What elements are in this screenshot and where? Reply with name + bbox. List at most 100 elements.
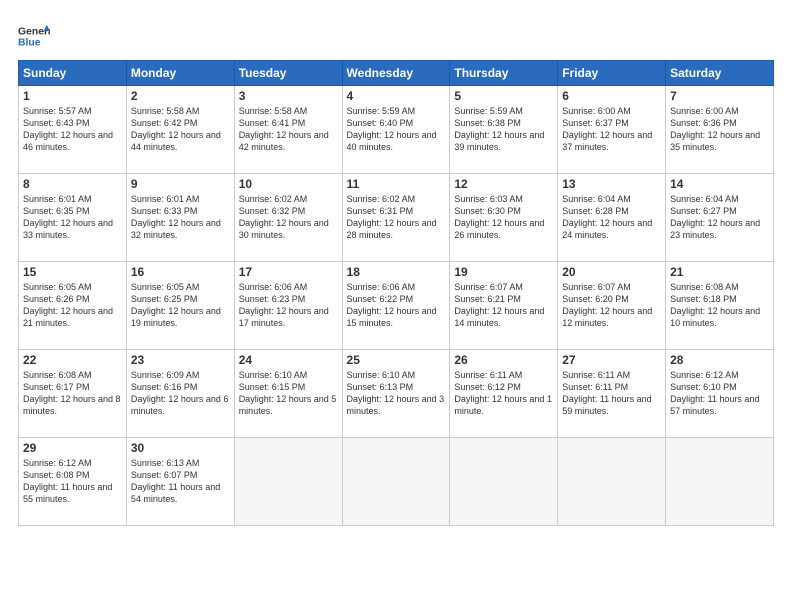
calendar-cell: 30Sunrise: 6:13 AMSunset: 6:07 PMDayligh… <box>126 438 234 526</box>
day-number: 24 <box>239 353 338 367</box>
calendar-cell <box>450 438 558 526</box>
calendar-header-row: SundayMondayTuesdayWednesdayThursdayFrid… <box>19 61 774 86</box>
day-number: 26 <box>454 353 553 367</box>
cell-content: Sunrise: 6:09 AMSunset: 6:16 PMDaylight:… <box>131 370 229 416</box>
calendar-cell: 12Sunrise: 6:03 AMSunset: 6:30 PMDayligh… <box>450 174 558 262</box>
weekday-header: Monday <box>126 61 234 86</box>
cell-content: Sunrise: 6:00 AMSunset: 6:37 PMDaylight:… <box>562 106 652 152</box>
weekday-header: Tuesday <box>234 61 342 86</box>
calendar-cell: 18 Sunrise: 6:06 AMSunset: 6:22 PMDayligh… <box>342 262 450 350</box>
calendar-cell: 14 Sunrise: 6:04 AMSunset: 6:27 PMDayligh… <box>666 174 774 262</box>
day-number: 27 <box>562 353 661 367</box>
day-number: 10 <box>239 177 338 191</box>
cell-content: Sunrise: 6:10 AMSunset: 6:13 PMDaylight:… <box>347 370 445 416</box>
cell-content: Sunrise: 6:06 AMSunset: 6:23 PMDaylight:… <box>239 282 329 328</box>
cell-content: Sunrise: 6:08 AMSunset: 6:18 PMDaylight:… <box>670 282 760 328</box>
calendar-cell: 28Sunrise: 6:12 AMSunset: 6:10 PMDayligh… <box>666 350 774 438</box>
cell-content: Sunrise: 6:01 AMSunset: 6:33 PMDaylight:… <box>131 194 221 240</box>
weekday-header: Sunday <box>19 61 127 86</box>
cell-content: Sunrise: 6:13 AMSunset: 6:07 PMDaylight:… <box>131 458 220 504</box>
day-number: 6 <box>562 89 661 103</box>
cell-content: Sunrise: 5:59 AMSunset: 6:40 PMDaylight:… <box>347 106 437 152</box>
day-number: 15 <box>23 265 122 279</box>
calendar-cell: 23 Sunrise: 6:09 AMSunset: 6:16 PMDayligh… <box>126 350 234 438</box>
calendar-cell: 29 Sunrise: 6:12 AMSunset: 6:08 PMDayligh… <box>19 438 127 526</box>
cell-content: Sunrise: 6:11 AMSunset: 6:12 PMDaylight:… <box>454 370 552 416</box>
day-number: 4 <box>347 89 446 103</box>
day-number: 18 <box>347 265 446 279</box>
calendar-cell: 27 Sunrise: 6:11 AMSunset: 6:11 PMDayligh… <box>558 350 666 438</box>
calendar-cell: 17Sunrise: 6:06 AMSunset: 6:23 PMDayligh… <box>234 262 342 350</box>
cell-content: Sunrise: 5:58 AMSunset: 6:41 PMDaylight:… <box>239 106 329 152</box>
day-number: 20 <box>562 265 661 279</box>
cell-content: Sunrise: 5:57 AMSunset: 6:43 PMDaylight:… <box>23 106 113 152</box>
header: General Blue <box>18 16 774 52</box>
calendar-cell: 20 Sunrise: 6:07 AMSunset: 6:20 PMDayligh… <box>558 262 666 350</box>
calendar-week-row: 8Sunrise: 6:01 AMSunset: 6:35 PMDaylight… <box>19 174 774 262</box>
calendar-cell: 24Sunrise: 6:10 AMSunset: 6:15 PMDayligh… <box>234 350 342 438</box>
calendar-cell: 6 Sunrise: 6:00 AMSunset: 6:37 PMDaylight… <box>558 86 666 174</box>
day-number: 11 <box>347 177 446 191</box>
calendar-week-row: 22 Sunrise: 6:08 AMSunset: 6:17 PMDayligh… <box>19 350 774 438</box>
weekday-header: Wednesday <box>342 61 450 86</box>
day-number: 25 <box>347 353 446 367</box>
cell-content: Sunrise: 6:05 AMSunset: 6:26 PMDaylight:… <box>23 282 113 328</box>
day-number: 5 <box>454 89 553 103</box>
day-number: 13 <box>562 177 661 191</box>
calendar-cell: 3 Sunrise: 5:58 AMSunset: 6:41 PMDaylight… <box>234 86 342 174</box>
calendar-cell: 21Sunrise: 6:08 AMSunset: 6:18 PMDayligh… <box>666 262 774 350</box>
calendar-table: SundayMondayTuesdayWednesdayThursdayFrid… <box>18 60 774 526</box>
calendar-cell: 10 Sunrise: 6:02 AMSunset: 6:32 PMDayligh… <box>234 174 342 262</box>
page: General Blue SundayMondayTuesdayWednesda… <box>0 0 792 612</box>
calendar-cell: 25 Sunrise: 6:10 AMSunset: 6:13 PMDayligh… <box>342 350 450 438</box>
calendar-cell: 9 Sunrise: 6:01 AMSunset: 6:33 PMDaylight… <box>126 174 234 262</box>
calendar-cell: 1 Sunrise: 5:57 AMSunset: 6:43 PMDaylight… <box>19 86 127 174</box>
cell-content: Sunrise: 6:06 AMSunset: 6:22 PMDaylight:… <box>347 282 437 328</box>
weekday-header: Thursday <box>450 61 558 86</box>
day-number: 3 <box>239 89 338 103</box>
cell-content: Sunrise: 6:08 AMSunset: 6:17 PMDaylight:… <box>23 370 121 416</box>
cell-content: Sunrise: 6:07 AMSunset: 6:21 PMDaylight:… <box>454 282 544 328</box>
calendar-cell: 7Sunrise: 6:00 AMSunset: 6:36 PMDaylight… <box>666 86 774 174</box>
calendar-cell: 13Sunrise: 6:04 AMSunset: 6:28 PMDayligh… <box>558 174 666 262</box>
weekday-header: Friday <box>558 61 666 86</box>
day-number: 29 <box>23 441 122 455</box>
cell-content: Sunrise: 6:11 AMSunset: 6:11 PMDaylight:… <box>562 370 651 416</box>
calendar-cell: 2 Sunrise: 5:58 AMSunset: 6:42 PMDaylight… <box>126 86 234 174</box>
day-number: 8 <box>23 177 122 191</box>
day-number: 19 <box>454 265 553 279</box>
calendar-cell <box>666 438 774 526</box>
day-number: 16 <box>131 265 230 279</box>
weekday-header: Saturday <box>666 61 774 86</box>
calendar-cell <box>234 438 342 526</box>
calendar-cell: 4 Sunrise: 5:59 AMSunset: 6:40 PMDaylight… <box>342 86 450 174</box>
cell-content: Sunrise: 6:07 AMSunset: 6:20 PMDaylight:… <box>562 282 652 328</box>
calendar-week-row: 29 Sunrise: 6:12 AMSunset: 6:08 PMDayligh… <box>19 438 774 526</box>
day-number: 28 <box>670 353 769 367</box>
calendar-cell: 19 Sunrise: 6:07 AMSunset: 6:21 PMDayligh… <box>450 262 558 350</box>
cell-content: Sunrise: 6:02 AMSunset: 6:31 PMDaylight:… <box>347 194 437 240</box>
cell-content: Sunrise: 6:02 AMSunset: 6:32 PMDaylight:… <box>239 194 329 240</box>
cell-content: Sunrise: 5:58 AMSunset: 6:42 PMDaylight:… <box>131 106 221 152</box>
calendar-cell: 15 Sunrise: 6:05 AMSunset: 6:26 PMDayligh… <box>19 262 127 350</box>
day-number: 23 <box>131 353 230 367</box>
calendar-cell: 8Sunrise: 6:01 AMSunset: 6:35 PMDaylight… <box>19 174 127 262</box>
cell-content: Sunrise: 6:04 AMSunset: 6:27 PMDaylight:… <box>670 194 760 240</box>
day-number: 22 <box>23 353 122 367</box>
calendar-cell: 5 Sunrise: 5:59 AMSunset: 6:38 PMDaylight… <box>450 86 558 174</box>
day-number: 14 <box>670 177 769 191</box>
cell-content: Sunrise: 6:12 AMSunset: 6:08 PMDaylight:… <box>23 458 112 504</box>
calendar-cell: 22 Sunrise: 6:08 AMSunset: 6:17 PMDayligh… <box>19 350 127 438</box>
day-number: 9 <box>131 177 230 191</box>
calendar-cell: 16Sunrise: 6:05 AMSunset: 6:25 PMDayligh… <box>126 262 234 350</box>
calendar-week-row: 15 Sunrise: 6:05 AMSunset: 6:26 PMDayligh… <box>19 262 774 350</box>
day-number: 1 <box>23 89 122 103</box>
svg-text:Blue: Blue <box>18 38 41 49</box>
logo-icon: General Blue <box>18 20 50 52</box>
calendar-cell <box>558 438 666 526</box>
cell-content: Sunrise: 5:59 AMSunset: 6:38 PMDaylight:… <box>454 106 544 152</box>
day-number: 2 <box>131 89 230 103</box>
calendar-cell: 11 Sunrise: 6:02 AMSunset: 6:31 PMDayligh… <box>342 174 450 262</box>
day-number: 7 <box>670 89 769 103</box>
calendar-week-row: 1 Sunrise: 5:57 AMSunset: 6:43 PMDaylight… <box>19 86 774 174</box>
